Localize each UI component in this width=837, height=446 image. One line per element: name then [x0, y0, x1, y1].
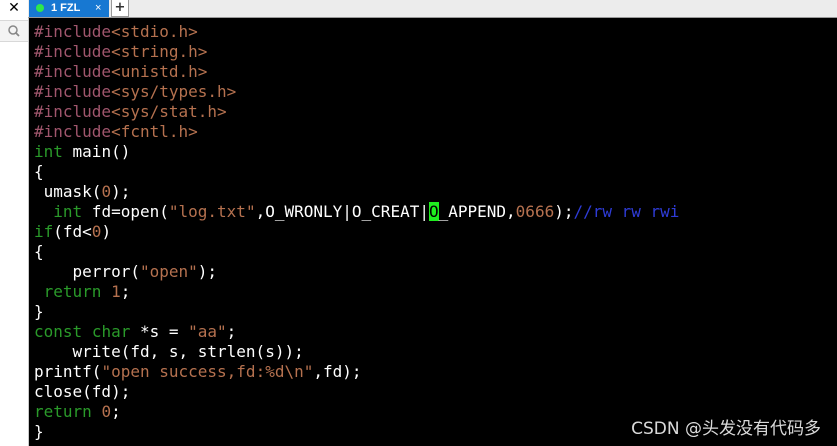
code-text: (fd< — [53, 222, 92, 241]
keyword: return — [34, 402, 92, 421]
header-name: <fcntl.h> — [111, 122, 198, 141]
code-text: fd=open( — [82, 202, 169, 221]
preprocessor: #include — [34, 82, 112, 101]
code-line: { — [34, 242, 834, 262]
code-text: printf( — [34, 362, 102, 381]
code-line: const char *s = "aa"; — [34, 322, 834, 342]
session-status-icon — [36, 4, 44, 12]
code-line: #include<fcntl.h> — [34, 122, 834, 142]
code-text: perror( — [34, 262, 140, 281]
code-text: main() — [62, 142, 131, 161]
code-text: ,O_WRONLY|O_CREAT| — [255, 202, 429, 221]
code-text: ) — [101, 222, 112, 241]
search-icon-glyph — [8, 25, 20, 37]
string: "open" — [139, 262, 198, 281]
tab-close-icon[interactable]: × — [95, 0, 101, 17]
string: "aa" — [188, 322, 227, 341]
code-text: ); — [197, 262, 218, 281]
code-line: return 1; — [34, 282, 834, 302]
number: 0 — [101, 402, 112, 421]
code-text: ; — [111, 402, 121, 421]
code-line: #include<string.h> — [34, 42, 834, 62]
code-text: _APPEND, — [438, 202, 516, 221]
keyword: int — [34, 142, 63, 161]
keyword: const — [34, 322, 83, 341]
preprocessor: #include — [34, 122, 112, 141]
code-line: #include<sys/stat.h> — [34, 102, 834, 122]
code-text: ,fd); — [313, 362, 362, 381]
preprocessor: #include — [34, 42, 112, 61]
code-line: perror("open"); — [34, 262, 834, 282]
header-name: <stdio.h> — [111, 22, 198, 41]
string: "open success,fd:%d\n" — [101, 362, 314, 381]
left-sidebar: ✕ — [0, 0, 29, 446]
code-line: { — [34, 162, 834, 182]
preprocessor: #include — [34, 102, 112, 121]
preprocessor: #include — [34, 22, 112, 41]
code-text: ); — [554, 202, 574, 221]
watermark: CSDN @头发没有代码多 — [631, 419, 821, 439]
preprocessor: #include — [34, 62, 112, 81]
number: 0 — [101, 182, 112, 201]
code-line: #include<unistd.h> — [34, 62, 834, 82]
code-text: } — [34, 302, 44, 321]
number: 1 — [111, 282, 121, 301]
header-name: <sys/stat.h> — [111, 102, 227, 121]
code-line: #include<stdio.h> — [34, 22, 834, 42]
code-text: { — [34, 242, 44, 261]
comment: //rw rw rwi — [573, 202, 680, 221]
code-text: *s = — [130, 322, 189, 341]
number: 0 — [91, 222, 102, 241]
code-line: umask(0); — [34, 182, 834, 202]
code-line: #include<sys/types.h> — [34, 82, 834, 102]
code-line: printf("open success,fd:%d\n",fd); — [34, 362, 834, 382]
search-icon[interactable] — [0, 20, 28, 42]
keyword: if — [34, 222, 54, 241]
number: 0666 — [515, 202, 555, 221]
keyword: return — [43, 282, 102, 301]
code-line: if(fd<0) — [34, 222, 834, 242]
code-text: umask( — [34, 182, 102, 201]
code-line: } — [34, 302, 834, 322]
tab-1-fzl[interactable]: 1 FZL × — [29, 0, 109, 17]
code-line: write(fd, s, strlen(s)); — [34, 342, 834, 362]
code-text: { — [34, 162, 44, 181]
code-line: close(fd); — [34, 382, 834, 402]
text-cursor: O — [428, 202, 439, 221]
close-icon[interactable]: ✕ — [0, 0, 28, 17]
terminal-editor[interactable]: #include<stdio.h> #include<string.h> #in… — [34, 22, 834, 442]
header-name: <sys/types.h> — [111, 82, 237, 101]
code-text: ; — [226, 322, 237, 341]
code-line: int fd=open("log.txt",O_WRONLY|O_CREAT|O… — [34, 202, 834, 222]
keyword: int — [53, 202, 83, 221]
string: "log.txt" — [168, 202, 256, 221]
code-text: } — [34, 422, 44, 441]
header-name: <unistd.h> — [111, 62, 208, 81]
add-tab-button[interactable]: + — [111, 0, 129, 17]
keyword: char — [91, 322, 131, 341]
code-text: ); — [111, 182, 131, 201]
tab-bar: 1 FZL × + — [28, 0, 837, 18]
tab-label: 1 FZL — [51, 2, 81, 14]
header-name: <string.h> — [111, 42, 208, 61]
code-line: int main() — [34, 142, 834, 162]
code-text: write(fd, s, strlen(s)); — [34, 342, 304, 361]
code-text: close(fd); — [34, 382, 131, 401]
code-text: ; — [120, 282, 131, 301]
